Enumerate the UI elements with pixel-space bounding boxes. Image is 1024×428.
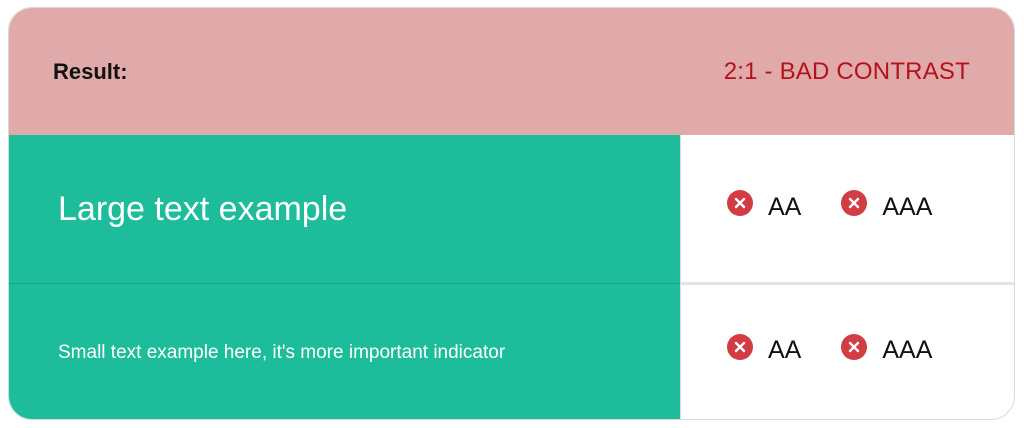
large-text-row: Large text example AA AAA — [9, 135, 1014, 283]
aaa-label: AAA — [882, 192, 933, 221]
result-value: 2:1 - BAD CONTRAST — [723, 57, 970, 85]
small-text-sample: Small text example here, it's more impor… — [9, 284, 680, 419]
small-text-results: AA AAA — [680, 284, 1014, 419]
contrast-result-card: Result: 2:1 - BAD CONTRAST Large text ex… — [8, 7, 1015, 420]
x-circle-icon — [841, 333, 868, 360]
large-text-sample: Large text example — [9, 135, 680, 283]
aaa-check: AAA — [841, 190, 933, 222]
x-circle-icon — [727, 333, 753, 360]
x-circle-icon — [727, 190, 753, 216]
aa-check: AA — [727, 333, 802, 365]
large-text-results: AA AAA — [680, 135, 1014, 283]
result-label: Result: — [53, 58, 128, 84]
result-header: Result: 2:1 - BAD CONTRAST — [9, 8, 1014, 135]
aaa-check: AAA — [841, 333, 933, 365]
column-separator — [680, 135, 681, 419]
aa-check: AA — [727, 190, 802, 222]
aa-label: AA — [768, 336, 802, 364]
x-circle-icon — [841, 190, 868, 216]
small-text-row: Small text example here, it's more impor… — [9, 284, 1014, 419]
aa-label: AA — [768, 192, 802, 221]
aaa-label: AAA — [882, 336, 933, 364]
